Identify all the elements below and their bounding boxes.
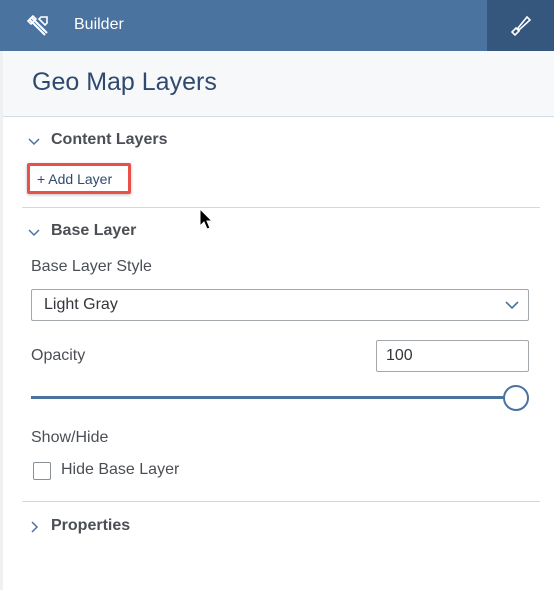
chevron-down-icon: [505, 301, 519, 310]
slider-handle[interactable]: [503, 385, 529, 411]
builder-title: Builder: [74, 16, 124, 33]
add-layer-button[interactable]: + Add Layer: [27, 163, 131, 194]
content-layers-toggle[interactable]: Content Layers: [28, 130, 228, 152]
content-layers-title: Content Layers: [51, 131, 168, 148]
format-button[interactable]: [487, 0, 554, 51]
paintbrush-icon: [510, 15, 532, 36]
properties-toggle[interactable]: Properties: [28, 516, 228, 538]
show-hide-label: Show/Hide: [31, 429, 109, 446]
left-edge: [0, 51, 3, 590]
base-layer-title: Base Layer: [51, 222, 137, 239]
base-layer-style-value: Light Gray: [44, 296, 118, 313]
opacity-label: Opacity: [31, 347, 86, 364]
hide-base-layer-label[interactable]: Hide Base Layer: [61, 461, 179, 479]
base-layer-style-select[interactable]: Light Gray: [31, 289, 529, 321]
chevron-down-icon: [28, 229, 40, 237]
chevron-right-icon: [31, 521, 39, 533]
base-layer-style-label: Base Layer Style: [31, 258, 152, 275]
properties-title: Properties: [51, 517, 131, 534]
opacity-slider[interactable]: [31, 383, 529, 413]
panel-header: Geo Map Layers: [3, 51, 554, 117]
chevron-down-icon: [28, 138, 40, 146]
base-layer-toggle[interactable]: Base Layer: [28, 221, 228, 243]
top-bar: Builder: [0, 0, 554, 51]
add-layer-label: + Add Layer: [37, 171, 113, 187]
divider: [22, 501, 540, 502]
hide-base-layer-checkbox[interactable]: [33, 462, 51, 480]
slider-track[interactable]: [31, 396, 516, 399]
divider: [22, 207, 540, 208]
panel-title: Geo Map Layers: [32, 68, 217, 96]
opacity-input[interactable]: [376, 340, 529, 372]
wrench-screwdriver-icon[interactable]: [26, 14, 50, 38]
